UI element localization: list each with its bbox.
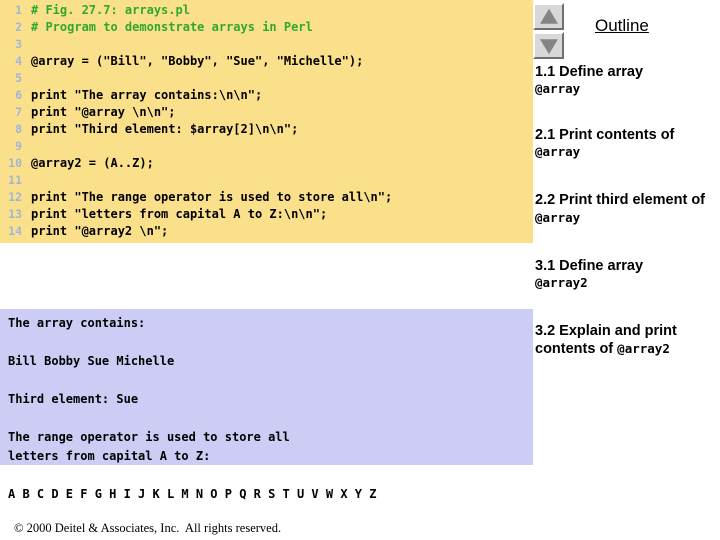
line-number: 14 (8, 224, 22, 238)
output-line: Third element: Sue (8, 392, 139, 406)
line-number: 6 (15, 88, 22, 102)
outline-sidebar: Outline 1.1 Define array @array 2.1 Print… (533, 0, 720, 540)
outline-item-heading: 3.2 Explain and print contents of @array… (535, 322, 718, 358)
output-line: letters from capital A to Z: (8, 449, 211, 463)
code-line: 5 (0, 70, 533, 87)
outline-item-code: @array2 (617, 341, 670, 356)
outline-item-code: @array (535, 81, 581, 96)
code-line: 9 (0, 138, 533, 155)
triangle-down-icon (539, 38, 558, 54)
code-source-text: print "@array2 \n"; (31, 224, 169, 238)
line-number: 2 (15, 20, 22, 34)
line-number: 3 (15, 37, 22, 51)
code-source-text: print "The range operator is used to sto… (31, 190, 393, 204)
code-source-text: @array = ("Bill", "Bobby", "Sue", "Miche… (31, 54, 364, 68)
code-source-text: print "@array \n\n"; (31, 105, 176, 119)
line-number: 9 (15, 139, 22, 153)
code-line: 2 # Program to demonstrate arrays in Perl (0, 19, 533, 36)
outline-item[interactable]: 1.1 Define array @array (535, 63, 718, 96)
code-line: 6 print "The array contains:\n\n"; (0, 87, 533, 104)
code-line: 10 @array2 = (A..Z); (0, 155, 533, 172)
outline-item-label: 2.1 Print contents of (535, 127, 675, 143)
code-source-text: print "The array contains:\n\n"; (31, 88, 263, 102)
line-number: 7 (15, 105, 22, 119)
code-listing-panel: 1 # Fig. 27.7: arrays.pl 2 # Program to dem… (0, 0, 533, 243)
code-line: 8 print "Third element: $array[2]\n\n"; (0, 121, 533, 138)
code-line: 1 # Fig. 27.7: arrays.pl (0, 2, 533, 19)
output-line: The range operator is used to store all (8, 430, 290, 444)
code-line: 4 @array = ("Bill", "Bobby", "Sue", "Mich… (0, 53, 533, 70)
program-output-panel: The array contains: Bill Bobby Sue Miche… (0, 309, 533, 501)
line-number: 8 (15, 122, 22, 136)
code-source-text: # Program to demonstrate arrays in Perl (31, 20, 313, 34)
code-line: 7 print "@array \n\n"; (0, 104, 533, 121)
triangle-up-icon (539, 8, 558, 24)
outline-title: Outline (595, 16, 649, 35)
outline-item-code: @array2 (535, 275, 588, 290)
outline-item[interactable]: 3.2 Explain and print contents of @array… (535, 322, 718, 358)
line-number: 10 (8, 156, 22, 170)
code-line: 12 print "The range operator is used to s… (0, 189, 533, 206)
outline-item-label: 2.2 Print third element of (535, 192, 705, 208)
line-number: 4 (15, 54, 22, 68)
line-number: 12 (8, 190, 22, 204)
line-number: 1 (15, 3, 22, 17)
output-line: A B C D E F G H I J K L M N O P Q R S T … (8, 487, 377, 501)
outline-item-code: @array (535, 144, 581, 159)
outline-item-label: 3.1 Define array (535, 258, 644, 274)
copyright-footer: © 2000 Deitel & Associates, Inc. All rig… (14, 521, 282, 535)
outline-item-code: @array (535, 210, 581, 225)
code-source-text: print "Third element: $array[2]\n\n"; (31, 122, 299, 136)
line-number: 11 (8, 173, 22, 187)
code-line: 14 print "@array2 \n"; (0, 223, 533, 240)
outline-item[interactable]: 2.2 Print third element of @array (535, 191, 718, 227)
line-number: 5 (15, 71, 22, 85)
outline-item-heading: 2.2 Print third element of @array (535, 191, 718, 227)
scroll-down-button[interactable] (533, 32, 564, 59)
scroll-up-button[interactable] (533, 3, 564, 30)
code-line: 13 print "letters from capital A to Z:\n\… (0, 206, 533, 223)
outline-item[interactable]: 3.1 Define array @array2 (535, 257, 718, 290)
code-line: 11 (0, 172, 533, 189)
code-source-text: # Fig. 27.7: arrays.pl (31, 3, 190, 17)
outline-item[interactable]: 2.1 Print contents of @array (535, 126, 718, 159)
output-line: The array contains: (8, 316, 146, 330)
code-source-text: @array2 = (A..Z); (31, 156, 154, 170)
outline-item-label: 1.1 Define array (535, 64, 644, 80)
line-number: 13 (8, 207, 22, 221)
code-line: 3 (0, 36, 533, 53)
code-source-text: print "letters from capital A to Z:\n\n"… (31, 207, 328, 221)
output-line: Bill Bobby Sue Michelle (8, 354, 175, 368)
